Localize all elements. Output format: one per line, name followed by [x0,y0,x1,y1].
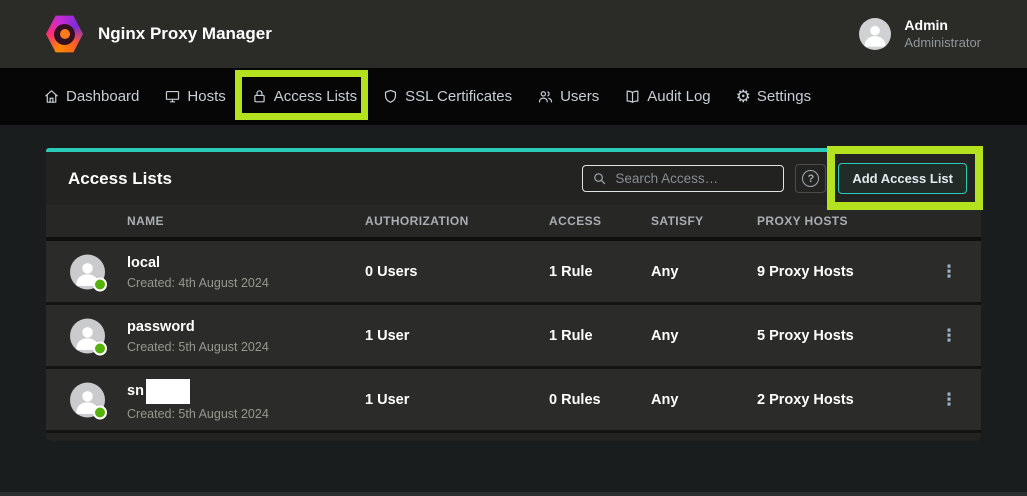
user-role: Administrator [904,35,981,52]
add-access-list-button[interactable]: Add Access List [838,163,967,194]
redaction-box [146,379,190,404]
access-list-name: local [127,254,269,273]
nav-label: Settings [757,88,811,105]
nav-item-hosts[interactable]: Hosts [164,88,225,105]
nav-item-dashboard[interactable]: Dashboard [43,88,139,105]
footer-strip [0,492,1027,496]
monitor-icon [164,88,181,105]
nav-label: Users [560,88,599,105]
column-header-name: NAME [127,214,164,228]
row-menu-button[interactable]: ⋮ [940,327,958,345]
column-header-satisfy: SATISFY [651,214,704,228]
access-value: 1 Rule [549,328,593,344]
avatar [70,254,105,289]
access-value: 1 Rule [549,264,593,280]
created-date: Created: 5th August 2024 [127,340,269,354]
access-list-name: password [127,318,269,337]
lock-icon [251,88,268,105]
panel-header: Access Lists ? Add Access List [46,152,981,205]
search-icon [592,171,607,186]
user-name: Admin [904,16,981,34]
app-header: Nginx Proxy Manager Admin Administrator [0,0,1027,68]
authorization-value: 1 User [365,328,409,344]
row-menu-button[interactable]: ⋮ [940,263,958,281]
access-value: 0 Rules [549,392,601,408]
help-button[interactable]: ? [795,164,826,193]
nav-item-audit-log[interactable]: Audit Log [624,88,710,105]
table-row[interactable]: password Created: 5th August 2024 1 User… [46,305,981,369]
proxy-hosts-value: 2 Proxy Hosts [757,392,854,408]
nav-label: Dashboard [66,88,139,105]
home-icon [43,88,60,105]
created-date: Created: 5th August 2024 [127,407,269,421]
proxy-hosts-value: 5 Proxy Hosts [757,328,854,344]
nav-label: Access Lists [274,88,357,105]
main-nav: Dashboard Hosts Access Lists SSL Certifi… [0,68,1027,125]
panel-footer [46,433,981,441]
screen: Nginx Proxy Manager Admin Administrator … [0,0,1027,496]
access-list-name: sn [127,382,144,401]
nav-item-users[interactable]: Users [537,88,599,105]
gear-icon: ⚙ [736,88,751,105]
nav-item-ssl-certificates[interactable]: SSL Certificates [382,88,512,105]
nav-item-access-lists[interactable]: Access Lists [251,88,357,105]
app-title: Nginx Proxy Manager [98,24,272,44]
status-online-dot [93,405,107,419]
column-header-access: ACCESS [549,214,601,228]
proxy-hosts-value: 9 Proxy Hosts [757,264,854,280]
authorization-value: 0 Users [365,264,417,280]
status-online-dot [93,341,107,355]
authorization-value: 1 User [365,392,409,408]
avatar [70,382,105,417]
panel-title: Access Lists [68,169,172,189]
book-icon [624,88,641,105]
search-input[interactable] [615,171,774,186]
table-row[interactable]: sn Created: 5th August 2024 1 User 0 Rul… [46,369,981,433]
app-logo-icon [46,15,83,54]
nav-label: Hosts [187,88,225,105]
user-avatar[interactable] [859,18,891,50]
search-box[interactable] [582,165,784,192]
status-online-dot [93,277,107,291]
access-lists-panel: Access Lists ? Add Access List NAME AUTH… [46,148,981,441]
satisfy-value: Any [651,328,678,344]
table-row[interactable]: local Created: 4th August 2024 0 Users 1… [46,241,981,305]
nav-item-settings[interactable]: ⚙ Settings [736,88,811,105]
column-header-authorization: AUTHORIZATION [365,214,469,228]
nav-label: SSL Certificates [405,88,512,105]
satisfy-value: Any [651,392,678,408]
row-menu-button[interactable]: ⋮ [940,391,958,409]
created-date: Created: 4th August 2024 [127,276,269,290]
avatar [70,318,105,353]
help-icon: ? [802,170,819,187]
table-header: NAME AUTHORIZATION ACCESS SATISFY PROXY … [46,205,981,241]
users-icon [537,88,554,105]
nav-label: Audit Log [647,88,710,105]
user-menu[interactable]: Admin Administrator [859,16,981,51]
satisfy-value: Any [651,264,678,280]
shield-icon [382,88,399,105]
column-header-proxy-hosts: PROXY HOSTS [757,214,848,228]
